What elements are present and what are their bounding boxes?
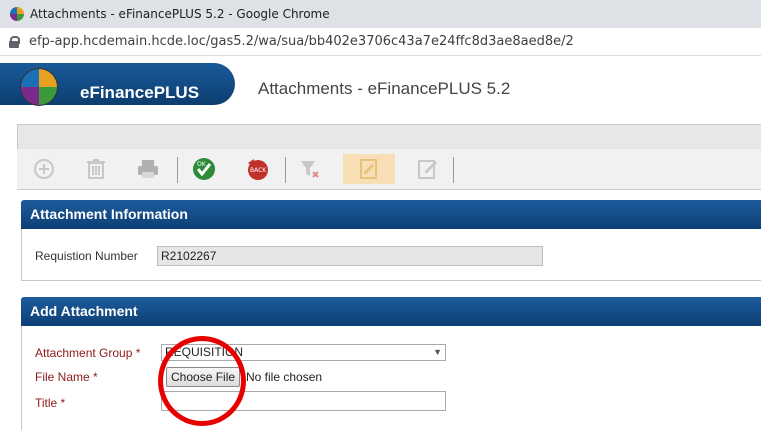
attachment-group-label: Attachment Group *: [35, 346, 141, 360]
address-bar[interactable]: efp-app.hcdemain.hcde.loc/gas5.2/wa/sua/…: [0, 28, 761, 56]
url-text[interactable]: efp-app.hcdemain.hcde.loc/gas5.2/wa/sua/…: [29, 34, 574, 49]
print-icon[interactable]: [135, 156, 161, 182]
notes-icon[interactable]: [343, 154, 395, 184]
action-toolbar: OK BACK: [17, 149, 761, 190]
attachment-information-header: Attachment Information: [21, 200, 761, 229]
file-name-label: File Name *: [35, 370, 98, 384]
menu-band: [17, 124, 761, 150]
toolbar-separator: [453, 157, 454, 183]
requisition-number-label: Requistion Number: [35, 249, 138, 263]
title-label: Title *: [35, 396, 66, 410]
back-icon[interactable]: BACK: [245, 156, 271, 182]
browser-window-title: Attachments - eFinancePLUS 5.2 - Google …: [30, 7, 330, 21]
brand-name: eFinancePLUS: [80, 83, 200, 102]
clear-filter-icon[interactable]: [297, 156, 323, 182]
back-text: BACK: [250, 167, 267, 174]
lock-icon: [9, 35, 20, 48]
annotation-circle: [158, 336, 246, 426]
ok-text: OK: [197, 161, 207, 168]
toolbar-separator: [285, 157, 286, 183]
chevron-down-icon: ▼: [433, 347, 442, 357]
brand-bar: eFinancePLUS: [0, 63, 235, 106]
no-file-chosen-text: No file chosen: [246, 370, 323, 384]
toolbar-separator: [177, 157, 178, 183]
add-icon[interactable]: [31, 156, 57, 182]
efinanceplus-favicon-icon: [10, 7, 24, 21]
page-title: Attachments - eFinancePLUS 5.2: [258, 79, 511, 98]
add-attachment-panel: [21, 326, 761, 430]
edit-notes-icon[interactable]: [415, 156, 441, 182]
browser-title-bar: Attachments - eFinancePLUS 5.2 - Google …: [0, 0, 761, 28]
efinanceplus-logo-icon: [20, 68, 58, 106]
delete-icon[interactable]: [83, 156, 109, 182]
ok-icon[interactable]: OK: [191, 156, 217, 182]
requisition-number-field: R2102267: [157, 246, 543, 266]
add-attachment-header: Add Attachment: [21, 297, 761, 326]
app-header: eFinancePLUS Attachments - eFinancePLUS …: [0, 56, 761, 112]
